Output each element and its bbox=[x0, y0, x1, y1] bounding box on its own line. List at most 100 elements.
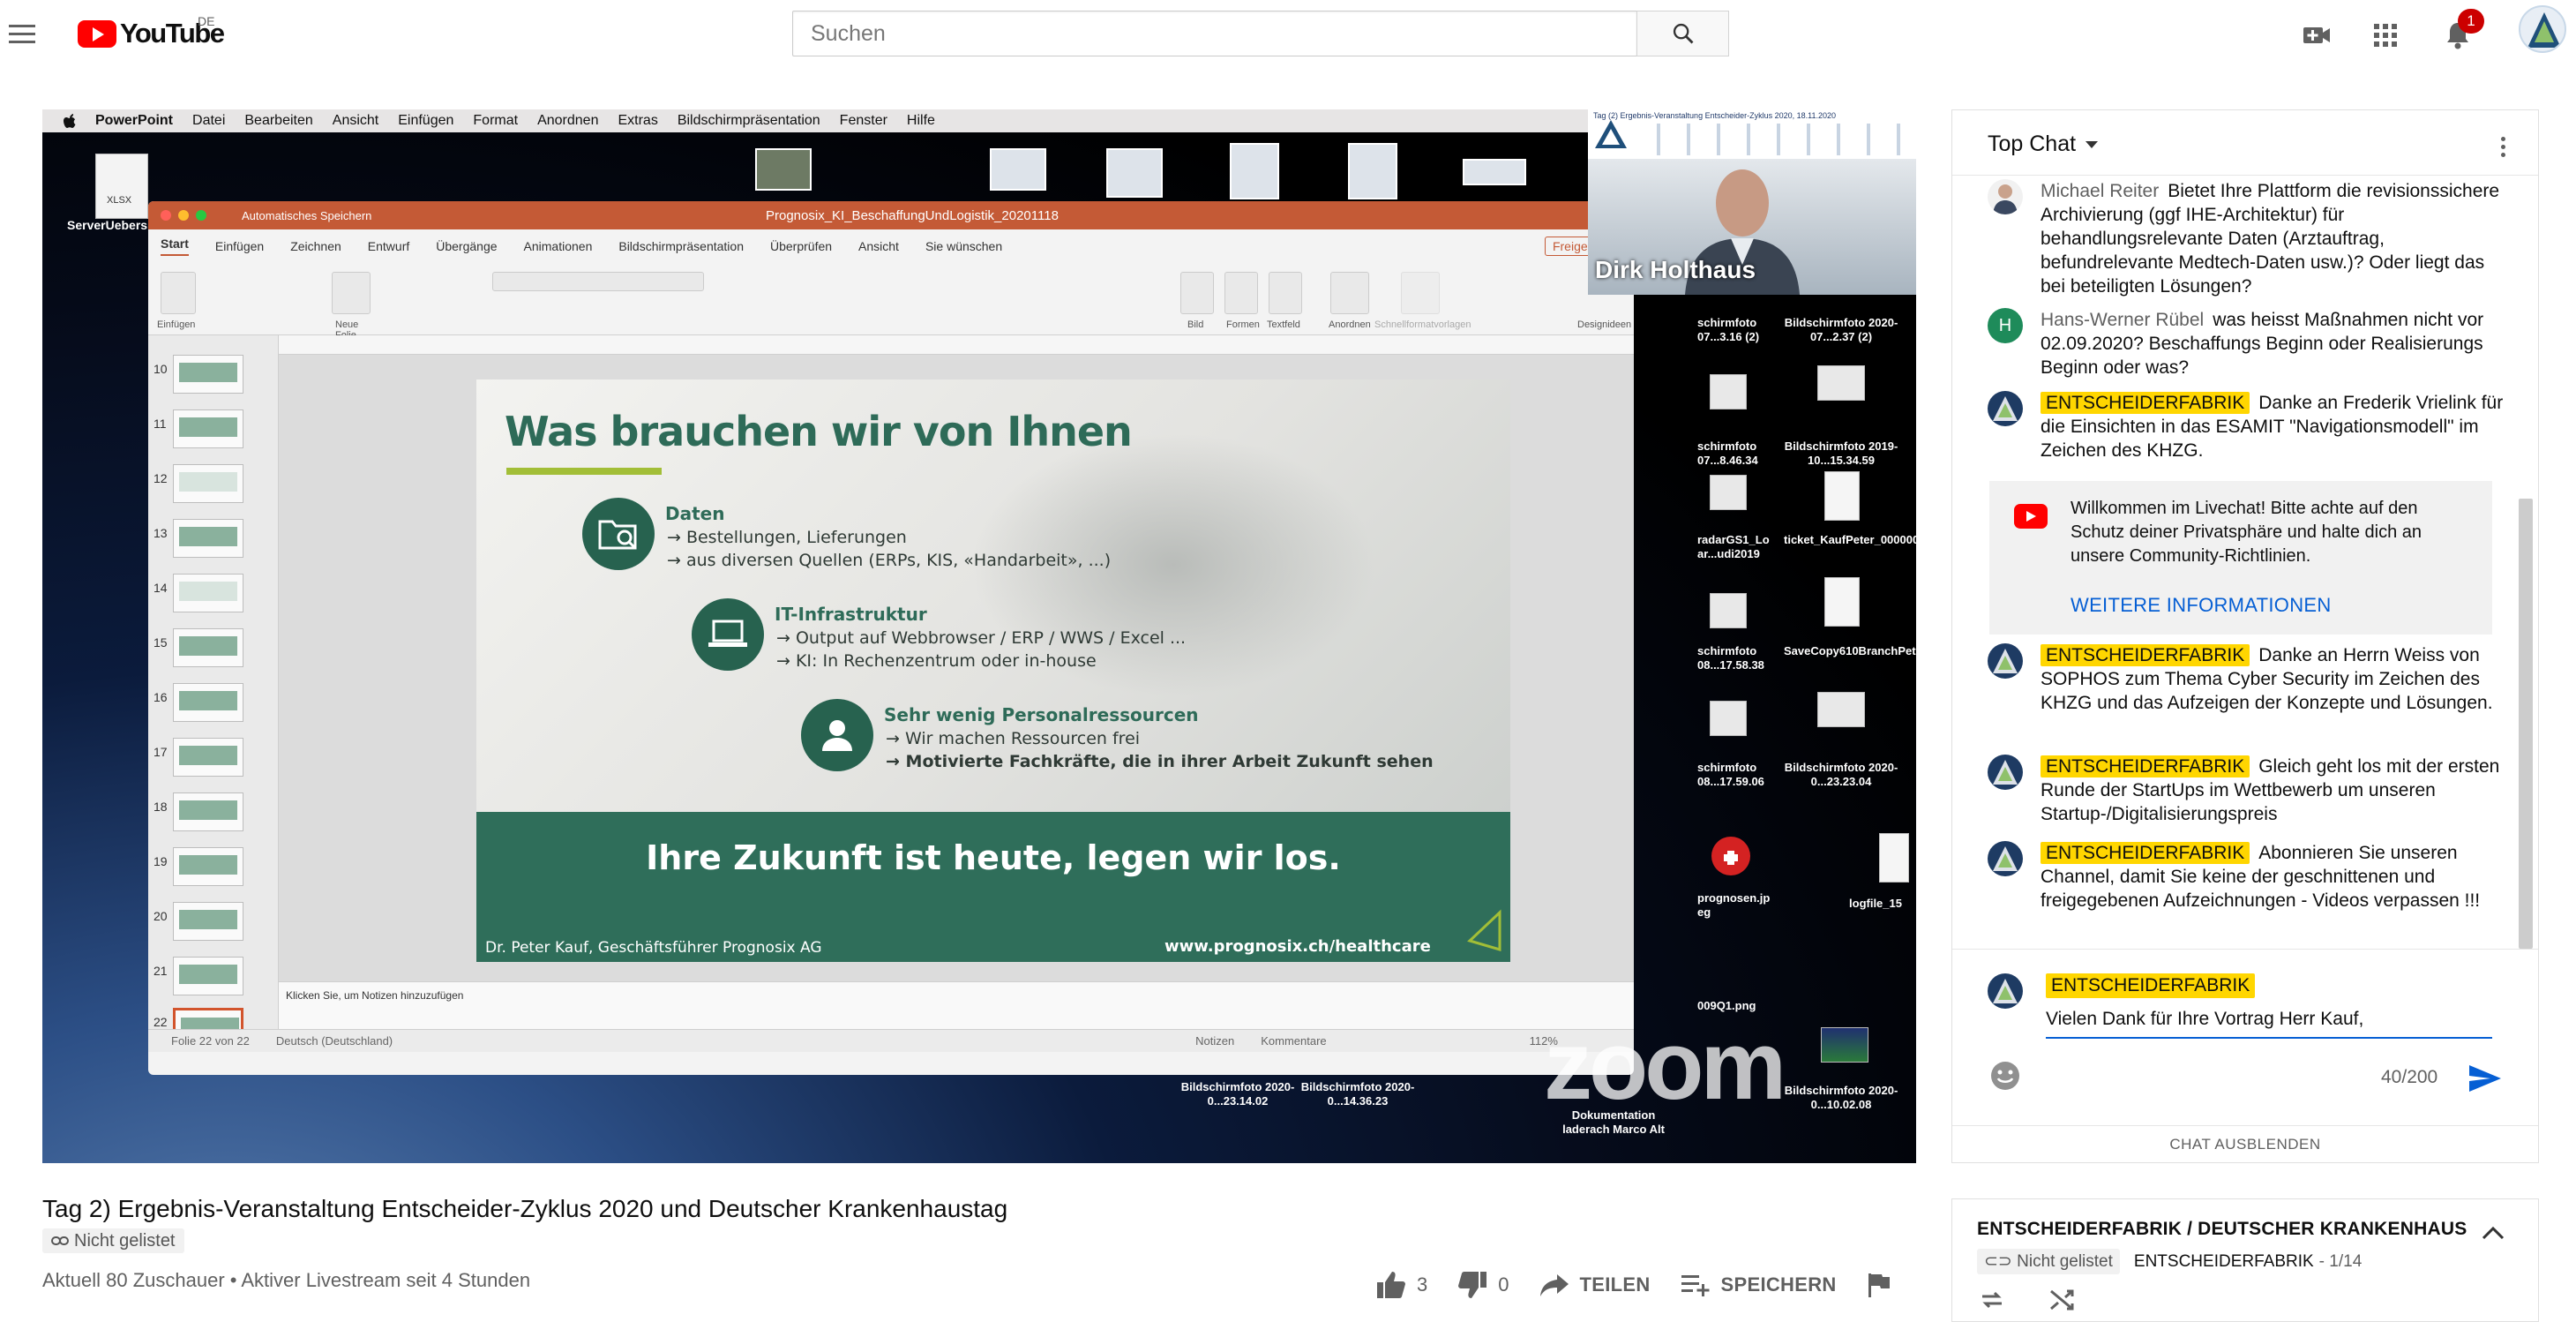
welcome-notice: Willkommen im Livechat! Bitte achte auf … bbox=[1989, 481, 2492, 635]
author-avatar[interactable] bbox=[1988, 643, 2023, 679]
author-avatar[interactable] bbox=[1988, 391, 2023, 426]
account-avatar[interactable] bbox=[2519, 5, 2566, 53]
mac-menu-item: Extras bbox=[618, 113, 658, 128]
search-placeholder: Suchen bbox=[811, 20, 886, 46]
desktop-thumbnail bbox=[1106, 148, 1163, 198]
ribbon-label: Formen bbox=[1226, 319, 1260, 330]
prognosix-logo-icon bbox=[1467, 909, 1501, 952]
search-input[interactable]: Suchen bbox=[792, 11, 1637, 56]
bullet-line: → Bestellungen, Lieferungen bbox=[667, 528, 907, 547]
xlsx-file-icon: XLSX bbox=[95, 154, 148, 219]
thumbs-down-icon bbox=[1458, 1272, 1487, 1298]
desktop-icon-label: ticket_KaufPeter_0000000...0585.pdf bbox=[1784, 533, 1916, 546]
desktop-icon bbox=[1710, 475, 1747, 510]
mac-menu-item: Hilfe bbox=[906, 113, 935, 128]
slide-thumbnail bbox=[173, 519, 243, 558]
author-avatar[interactable] bbox=[1988, 755, 2023, 790]
ribbon-label: Anordnen bbox=[1329, 319, 1371, 330]
shuffle-icon[interactable] bbox=[2049, 1288, 2076, 1312]
status-language: Deutsch (Deutschland) bbox=[275, 1034, 393, 1048]
desktop-icon-label: logfile_15 bbox=[1849, 897, 1902, 910]
report-button[interactable] bbox=[1867, 1272, 1891, 1298]
like-button[interactable]: 3 bbox=[1376, 1271, 1427, 1299]
desktop-icon-label: Bildschirmfoto 2020-07...2.37 (2) bbox=[1784, 316, 1898, 343]
send-icon[interactable] bbox=[2467, 1063, 2503, 1093]
chat-author-owner[interactable]: ENTSCHEIDERFABRIK bbox=[2041, 755, 2250, 777]
save-label: SPEICHERN bbox=[1720, 1273, 1837, 1296]
desktop-icon-label: Bildschirmfoto 2019-10...15.34.59 bbox=[1784, 439, 1898, 467]
chat-message: ENTSCHEIDERFABRIK Gleich geht los mit der… bbox=[1988, 755, 2517, 826]
slide-number: 13 bbox=[154, 526, 168, 540]
slide-number: 18 bbox=[154, 800, 168, 814]
youtube-logo[interactable]: YouTube DE bbox=[78, 14, 225, 49]
desktop-icon bbox=[1710, 374, 1747, 409]
apps-grid-icon[interactable] bbox=[2368, 18, 2403, 53]
desktop-icon bbox=[1817, 692, 1865, 727]
loop-icon[interactable] bbox=[1979, 1288, 2005, 1312]
author-avatar[interactable]: H bbox=[1988, 308, 2023, 343]
chevron-up-icon[interactable] bbox=[2482, 1226, 2505, 1240]
search-button[interactable] bbox=[1636, 11, 1729, 56]
chat-author-owner[interactable]: ENTSCHEIDERFABRIK bbox=[2041, 842, 2250, 864]
desktop-icon bbox=[1710, 593, 1747, 628]
author-avatar[interactable] bbox=[1988, 841, 2023, 876]
slide-thumbnail bbox=[173, 628, 243, 667]
slide-number: 15 bbox=[154, 635, 168, 650]
ppt-statusbar: Folie 22 von 22 Deutsch (Deutschland) No… bbox=[148, 1029, 1634, 1052]
ribbon-paste bbox=[161, 272, 196, 314]
desktop-icon-label: radarGS1_Lo ar...udi2019 bbox=[1697, 533, 1770, 560]
emoji-icon[interactable] bbox=[1989, 1060, 2021, 1092]
playlist-position: - 1/14 bbox=[2318, 1251, 2363, 1271]
chat-author-owner[interactable]: ENTSCHEIDERFABRIK bbox=[2041, 392, 2250, 414]
desktop-icon-label: schirmfoto 08...17.59.06 bbox=[1697, 761, 1764, 788]
save-button[interactable]: SPEICHERN bbox=[1681, 1273, 1837, 1297]
slide-title: Was brauchen wir von Ihnen bbox=[505, 408, 1133, 455]
chat-message-input[interactable]: Vielen Dank für Ihre Vortrag Herr Kauf, bbox=[2046, 1009, 2492, 1039]
more-options-icon[interactable] bbox=[2494, 133, 2512, 160]
menu-icon[interactable] bbox=[9, 19, 41, 55]
chat-mode-label: Top Chat bbox=[1988, 131, 2077, 156]
create-video-icon[interactable] bbox=[2299, 18, 2334, 53]
chat-author-owner[interactable]: ENTSCHEIDERFABRIK bbox=[2041, 644, 2250, 666]
desktop-icon bbox=[1817, 365, 1865, 401]
desktop-icon-label: schirmfoto 08...17.58.38 bbox=[1697, 644, 1764, 672]
slide-thumbnail bbox=[173, 792, 243, 831]
slide-number: 19 bbox=[154, 854, 168, 868]
playlist-owner[interactable]: ENTSCHEIDERFABRIK bbox=[2134, 1252, 2314, 1272]
ppt-titlebar: Automatisches Speichern Prognosix_KI_Bes… bbox=[148, 201, 1634, 229]
chat-author[interactable]: Hans-Werner Rübel bbox=[2041, 310, 2204, 330]
mac-menu-item: Datei bbox=[192, 113, 226, 128]
bullet-heading-staff: Sehr wenig Personalressourcen bbox=[884, 704, 1199, 725]
chat-scrollbar[interactable] bbox=[2519, 499, 2533, 949]
ppt-tab: Ansicht bbox=[858, 239, 899, 253]
notification-count-badge: 1 bbox=[2458, 9, 2484, 34]
unlisted-badge: Nicht gelistet bbox=[42, 1228, 184, 1253]
playlist-add-icon bbox=[1681, 1275, 1710, 1296]
file-icon bbox=[1879, 833, 1909, 883]
chat-message: ENTSCHEIDERFABRIK Danke an Herrn Weiss vo… bbox=[1988, 643, 2517, 715]
chat-author[interactable]: Michael Reiter bbox=[2041, 181, 2159, 201]
ribbon-arrange bbox=[1330, 272, 1369, 314]
apple-fruit-icon bbox=[1711, 837, 1750, 875]
desktop-thumbnail bbox=[755, 148, 812, 191]
slide-thumbnail bbox=[173, 409, 243, 448]
video-player[interactable]: PowerPoint Datei Bearbeiten Ansicht Einf… bbox=[42, 109, 1916, 1163]
desktop-icon bbox=[1710, 701, 1747, 736]
masthead: YouTube DE Suchen 1 bbox=[0, 0, 2576, 74]
bullet-line: → KI: In Rechenzentrum oder in-house bbox=[776, 651, 1097, 671]
slide-number: 10 bbox=[154, 362, 168, 376]
chat-mode-dropdown[interactable]: Top Chat bbox=[1988, 131, 2099, 157]
status-notes: Notizen bbox=[1195, 1034, 1235, 1048]
ppt-ruler bbox=[279, 335, 1634, 355]
more-info-link[interactable]: WEITERE INFORMATIONEN bbox=[2071, 594, 2332, 617]
video-actions: 3 0 TEILEN SPEICHERN bbox=[1376, 1266, 1891, 1304]
slide-thumbnail bbox=[173, 847, 243, 886]
author-avatar[interactable] bbox=[1988, 179, 2023, 214]
playlist-title[interactable]: ENTSCHEIDERFABRIK / DEUTSCHER KRANKENHAU… bbox=[1977, 1219, 2467, 1240]
ppt-ribbon: Einfügen Neue Folie Bild Formen Textfeld… bbox=[148, 263, 1634, 341]
desktop-icon-label: Bildschirmfoto 2020-0...14.36.23 bbox=[1300, 1080, 1415, 1108]
dislike-button[interactable]: 0 bbox=[1457, 1271, 1509, 1299]
share-button[interactable]: TEILEN bbox=[1539, 1273, 1651, 1297]
entscheiderfabrik-logo-icon bbox=[1595, 120, 1627, 148]
hide-chat-button[interactable]: CHAT AUSBLENDEN bbox=[1952, 1125, 2538, 1162]
